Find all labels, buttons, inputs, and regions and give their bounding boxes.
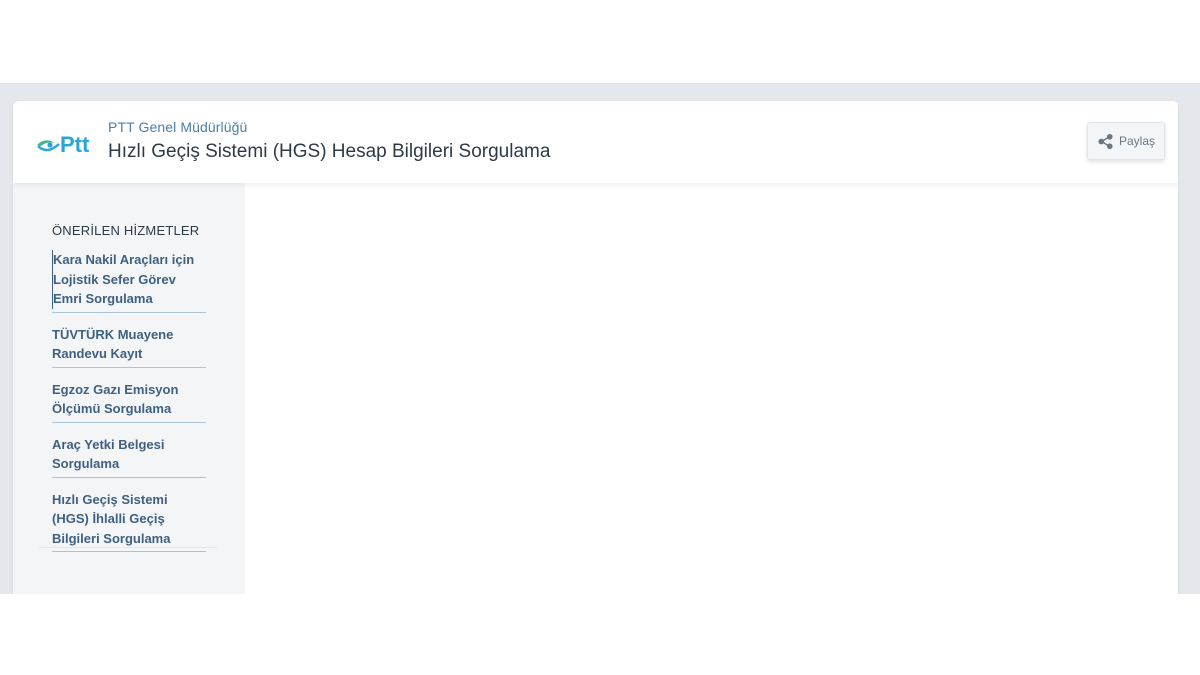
- sidebar-item-tuvturk[interactable]: TÜVTÜRK Muayene Randevu Kayıt: [52, 322, 206, 368]
- share-icon: [1098, 133, 1113, 149]
- main-content: [245, 183, 1178, 594]
- sidebar-item-lojistik-sefer[interactable]: Kara Nakil Araçları için Lojistik Sefer …: [52, 247, 206, 313]
- org-name: PTT Genel Müdürlüğü: [108, 119, 248, 135]
- bottom-blank-area: [0, 594, 1200, 675]
- sidebar-item-label: Egzoz Gazı Emisyon Ölçümü Sorgulama: [52, 381, 179, 417]
- share-label: Paylaş: [1118, 134, 1156, 148]
- ptt-logo[interactable]: Ptt: [35, 129, 105, 159]
- recommended-services-list: Kara Nakil Araçları için Lojistik Sefer …: [52, 247, 206, 561]
- page-background: Ptt PTT Genel Müdürlüğü Hızlı Geçiş Sist…: [0, 83, 1200, 594]
- sidebar-item-label: Araç Yetki Belgesi Sorgulama: [52, 436, 165, 472]
- ptt-logo-text: Ptt: [60, 132, 90, 157]
- sidebar-item-arac-yetki[interactable]: Araç Yetki Belgesi Sorgulama: [52, 432, 206, 478]
- service-card: Ptt PTT Genel Müdürlüğü Hızlı Geçiş Sist…: [13, 101, 1178, 594]
- sidebar-item-label: Hızlı Geçiş Sistemi (HGS) İhlalli Geçiş …: [52, 491, 171, 546]
- sidebar-item-label: Kara Nakil Araçları için Lojistik Sefer …: [52, 250, 206, 309]
- sidebar-item-egzoz[interactable]: Egzoz Gazı Emisyon Ölçümü Sorgulama: [52, 377, 206, 423]
- page-title: Hızlı Geçiş Sistemi (HGS) Hesap Bilgiler…: [108, 141, 551, 162]
- share-button[interactable]: Paylaş: [1087, 122, 1165, 160]
- sidebar: ÖNERİLEN HİZMETLER Kara Nakil Araçları i…: [13, 183, 245, 594]
- top-blank-area: [0, 0, 1200, 83]
- sidebar-divider: [39, 547, 217, 548]
- service-header: Ptt PTT Genel Müdürlüğü Hızlı Geçiş Sist…: [13, 101, 1178, 183]
- sidebar-item-label: TÜVTÜRK Muayene Randevu Kayıt: [52, 326, 174, 362]
- ptt-logo-icon: Ptt: [37, 132, 90, 157]
- sidebar-item-hgs-ihlalli[interactable]: Hızlı Geçiş Sistemi (HGS) İhlalli Geçiş …: [52, 487, 206, 552]
- sidebar-title: ÖNERİLEN HİZMETLER: [52, 223, 200, 238]
